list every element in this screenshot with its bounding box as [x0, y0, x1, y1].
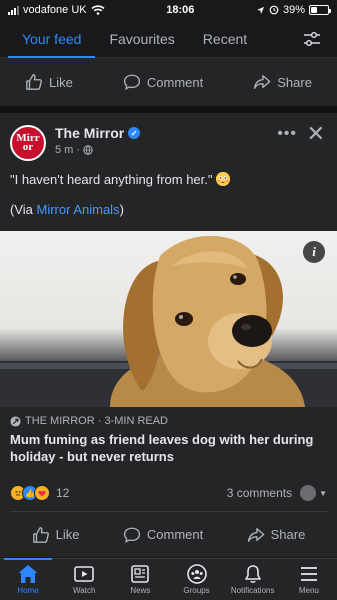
filter-icon[interactable]	[303, 31, 321, 47]
info-icon[interactable]: i	[303, 241, 325, 263]
share-button[interactable]: Share	[247, 526, 306, 544]
feed-tabs: Your feed Favourites Recent	[0, 20, 337, 58]
comment-icon	[123, 527, 140, 543]
nav-home[interactable]: Home	[0, 558, 56, 595]
tab-your-feed[interactable]: Your feed	[8, 20, 96, 58]
via-prefix: (Via	[10, 202, 37, 217]
groups-icon	[186, 564, 207, 584]
post-card: Mirr or The Mirror ✓ 5 m · ••• ✕ "I have…	[0, 113, 337, 557]
close-icon[interactable]: ✕	[307, 121, 325, 147]
status-time: 18:06	[166, 4, 195, 16]
carrier-name: vodafone UK	[23, 4, 87, 16]
feed-separator	[0, 106, 337, 113]
tab-favourites[interactable]: Favourites	[95, 20, 188, 58]
nav-groups-label: Groups	[183, 586, 210, 595]
news-icon	[131, 565, 150, 583]
share-icon	[247, 527, 264, 542]
nav-home-label: Home	[17, 586, 39, 595]
share-icon	[254, 75, 271, 89]
bottom-nav: Home Watch News Groups Notifications Men…	[0, 558, 337, 600]
post-quote-line: "I haven't heard anything from her."	[10, 171, 327, 189]
reactions-summary[interactable]: 👍 12	[10, 485, 69, 501]
nav-watch[interactable]: Watch	[56, 563, 112, 595]
post-time[interactable]: 5 m	[55, 144, 73, 156]
link-preview[interactable]: THE MIRROR · 3-MIN READ Mum fuming as fr…	[0, 407, 337, 475]
nav-notifications-label: Notifications	[230, 586, 275, 595]
status-left: vodafone UK	[8, 4, 105, 16]
comment-button[interactable]: Comment	[123, 526, 203, 544]
reactions-row: 👍 12 3 comments ▼	[0, 475, 337, 511]
nav-news-label: News	[130, 586, 151, 595]
alarm-icon	[269, 5, 279, 15]
like-label: Like	[49, 74, 73, 90]
nav-watch-label: Watch	[73, 586, 96, 595]
more-options-icon[interactable]: •••	[277, 125, 297, 143]
comments-area: 3 comments ▼	[227, 485, 327, 501]
author-name-row: The Mirror ✓	[55, 125, 141, 141]
location-icon	[256, 6, 265, 14]
commenter-avatar-image	[300, 485, 317, 501]
battery-icon	[309, 5, 331, 15]
chevron-down-icon: ▼	[319, 488, 327, 498]
article-headline[interactable]: Mum fuming as friend leaves dog with her…	[10, 431, 327, 465]
comment-label: Comment	[146, 74, 204, 90]
like-label: Like	[55, 527, 80, 542]
globe-icon	[83, 145, 93, 155]
commenter-avatar[interactable]: ▼	[300, 485, 327, 501]
like-icon	[26, 74, 42, 90]
via-link[interactable]: Mirror Animals	[37, 202, 120, 217]
watch-icon	[74, 566, 95, 582]
avatar-logo: Mirr or	[16, 132, 40, 153]
comments-count[interactable]: 3 comments	[227, 486, 292, 500]
post-actions: Like Comment Share	[10, 511, 327, 557]
post-meta: 5 m ·	[55, 144, 140, 156]
share-label: Share	[270, 527, 306, 542]
status-bar: vodafone UK 18:06 39%	[0, 0, 337, 20]
signal-icon	[8, 5, 19, 15]
nav-news[interactable]: News	[112, 563, 168, 595]
link-source-icon	[10, 415, 21, 427]
link-source: THE MIRROR · 3-MIN READ	[25, 415, 168, 427]
comment-label: Comment	[146, 527, 204, 542]
share-label: Share	[277, 74, 312, 90]
wifi-icon	[91, 5, 105, 15]
home-icon	[18, 565, 38, 583]
avatar[interactable]: Mirr or	[10, 125, 46, 161]
like-icon	[32, 526, 49, 543]
share-button[interactable]: Share	[253, 73, 312, 91]
author-block: The Mirror ✓ 5 m ·	[55, 125, 141, 171]
meta-dot: ·	[76, 144, 81, 156]
author-name[interactable]: The Mirror	[55, 125, 124, 141]
dog-image	[0, 235, 337, 407]
care-reaction-icon	[34, 485, 50, 501]
status-right: 39%	[256, 4, 331, 16]
via-suffix: )	[119, 202, 124, 217]
verified-badge-icon: ✓	[128, 127, 141, 139]
battery-percent: 39%	[282, 4, 305, 16]
like-button[interactable]: Like	[32, 526, 80, 544]
nav-menu-label: Menu	[298, 586, 319, 595]
comment-button[interactable]: Comment	[123, 73, 203, 91]
post-text: "I haven't heard anything from her." (Vi…	[0, 171, 337, 219]
tab-recent[interactable]: Recent	[189, 20, 261, 58]
post-via-line: (Via Mirror Animals)	[10, 201, 327, 219]
like-button[interactable]: Like	[25, 73, 73, 91]
bell-icon	[244, 565, 261, 583]
post-quote: "I haven't heard anything from her."	[10, 172, 213, 187]
flushed-emoji-icon	[216, 172, 231, 186]
reaction-count: 12	[56, 486, 70, 500]
post-header: Mirr or The Mirror ✓ 5 m · ••• ✕	[0, 113, 337, 171]
nav-menu[interactable]: Menu	[281, 563, 337, 595]
link-source-row: THE MIRROR · 3-MIN READ	[10, 415, 327, 427]
menu-icon	[300, 567, 317, 581]
previous-post-actions: Like Comment Share	[0, 58, 337, 106]
nav-groups[interactable]: Groups	[169, 563, 225, 595]
post-image[interactable]: i	[0, 231, 337, 407]
nav-notifications[interactable]: Notifications	[225, 563, 281, 595]
comment-icon	[123, 74, 140, 90]
